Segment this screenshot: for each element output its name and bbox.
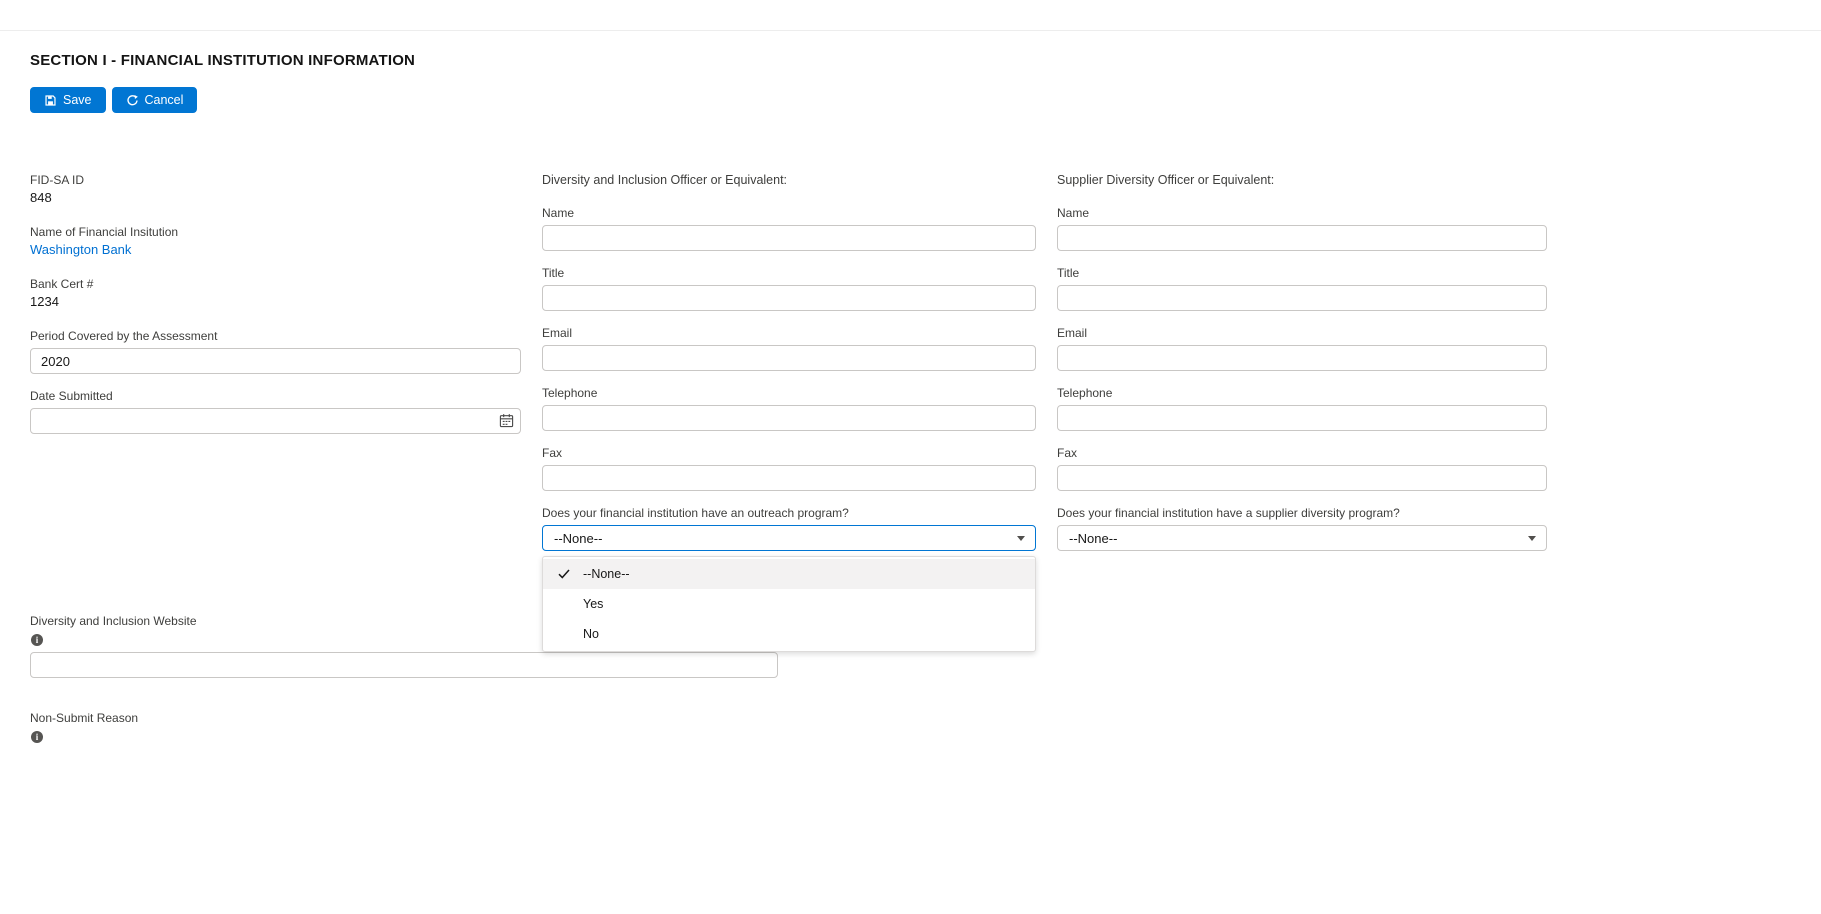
non-submit-reason-field: Non-Submit Reason i — [30, 710, 521, 749]
non-submit-reason-label: Non-Submit Reason — [30, 710, 521, 726]
chevron-down-icon — [1528, 536, 1536, 541]
sd-title-field: Title — [1057, 265, 1547, 311]
sd-telephone-input[interactable] — [1057, 405, 1547, 431]
save-button-label: Save — [63, 93, 92, 107]
option-yes-label: Yes — [583, 597, 603, 611]
period-covered-input[interactable] — [30, 348, 521, 374]
institution-name-field: Name of Financial Insitution Washington … — [30, 224, 521, 259]
sd-fax-field: Fax — [1057, 445, 1547, 491]
bank-cert-label: Bank Cert # — [30, 276, 521, 292]
di-telephone-input[interactable] — [542, 405, 1036, 431]
sd-telephone-label: Telephone — [1057, 385, 1547, 401]
bank-cert-value: 1234 — [30, 293, 521, 311]
di-fax-field: Fax — [542, 445, 1036, 491]
top-divider — [0, 30, 1821, 31]
chevron-down-icon — [1017, 536, 1025, 541]
left-column: FID-SA ID 848 Name of Financial Insituti… — [30, 172, 521, 448]
option-yes[interactable]: Yes — [543, 589, 1035, 619]
di-title-field: Title — [542, 265, 1036, 311]
period-covered-field: Period Covered by the Assessment — [30, 328, 521, 374]
sd-email-label: Email — [1057, 325, 1547, 341]
info-icon[interactable]: i — [31, 731, 43, 743]
di-telephone-field: Telephone — [542, 385, 1036, 431]
sd-name-label: Name — [1057, 205, 1547, 221]
di-telephone-label: Telephone — [542, 385, 1036, 401]
sd-email-field: Email — [1057, 325, 1547, 371]
period-covered-label: Period Covered by the Assessment — [30, 328, 521, 344]
supplier-diversity-selected-value: --None-- — [1069, 531, 1117, 546]
save-icon — [44, 94, 57, 107]
outreach-program-selected-value: --None-- — [554, 531, 602, 546]
option-none[interactable]: --None-- — [543, 559, 1035, 589]
save-button[interactable]: Save — [30, 87, 106, 113]
fid-sa-id-field: FID-SA ID 848 — [30, 172, 521, 207]
di-email-label: Email — [542, 325, 1036, 341]
cancel-button-label: Cancel — [145, 93, 184, 107]
info-icon[interactable]: i — [31, 634, 43, 646]
fid-sa-id-label: FID-SA ID — [30, 172, 521, 188]
sd-name-input[interactable] — [1057, 225, 1547, 251]
bank-cert-field: Bank Cert # 1234 — [30, 276, 521, 311]
sd-officer-header: Supplier Diversity Officer or Equivalent… — [1057, 172, 1547, 188]
institution-name-link[interactable]: Washington Bank — [30, 241, 131, 259]
option-no[interactable]: No — [543, 619, 1035, 649]
option-no-label: No — [583, 627, 599, 641]
date-submitted-label: Date Submitted — [30, 388, 521, 404]
outreach-program-label: Does your financial institution have an … — [542, 505, 1036, 521]
outreach-program-field: Does your financial institution have an … — [542, 505, 1036, 551]
page-title: SECTION I - FINANCIAL INSTITUTION INFORM… — [30, 52, 415, 69]
di-fax-label: Fax — [542, 445, 1036, 461]
di-email-input[interactable] — [542, 345, 1036, 371]
di-name-label: Name — [542, 205, 1036, 221]
sd-email-input[interactable] — [1057, 345, 1547, 371]
di-officer-header: Diversity and Inclusion Officer or Equiv… — [542, 172, 1036, 188]
calendar-icon[interactable] — [498, 413, 514, 429]
di-title-input[interactable] — [542, 285, 1036, 311]
sd-name-field: Name — [1057, 205, 1547, 251]
sd-fax-label: Fax — [1057, 445, 1547, 461]
supplier-diversity-program-label: Does your financial institution have a s… — [1057, 505, 1547, 521]
fid-sa-id-value: 848 — [30, 189, 521, 207]
cancel-button[interactable]: Cancel — [112, 87, 198, 113]
date-submitted-field: Date Submitted — [30, 388, 521, 434]
middle-column: Diversity and Inclusion Officer or Equiv… — [542, 172, 1036, 565]
sd-title-label: Title — [1057, 265, 1547, 281]
supplier-diversity-program-field: Does your financial institution have a s… — [1057, 505, 1547, 551]
di-name-field: Name — [542, 205, 1036, 251]
diversity-website-input[interactable] — [30, 652, 778, 678]
di-email-field: Email — [542, 325, 1036, 371]
sd-fax-input[interactable] — [1057, 465, 1547, 491]
di-name-input[interactable] — [542, 225, 1036, 251]
checkmark-icon — [558, 568, 570, 582]
institution-name-label: Name of Financial Insitution — [30, 224, 521, 240]
outreach-program-select[interactable]: --None-- — [542, 525, 1036, 551]
date-submitted-input[interactable] — [30, 408, 521, 434]
supplier-diversity-program-select[interactable]: --None-- — [1057, 525, 1547, 551]
di-fax-input[interactable] — [542, 465, 1036, 491]
di-title-label: Title — [542, 265, 1036, 281]
option-none-label: --None-- — [583, 567, 630, 581]
toolbar: Save Cancel — [30, 87, 197, 113]
right-column: Supplier Diversity Officer or Equivalent… — [1057, 172, 1547, 565]
sd-telephone-field: Telephone — [1057, 385, 1547, 431]
sd-title-input[interactable] — [1057, 285, 1547, 311]
redo-arrow-icon — [126, 94, 139, 107]
outreach-program-listbox: --None-- Yes No — [542, 556, 1036, 652]
